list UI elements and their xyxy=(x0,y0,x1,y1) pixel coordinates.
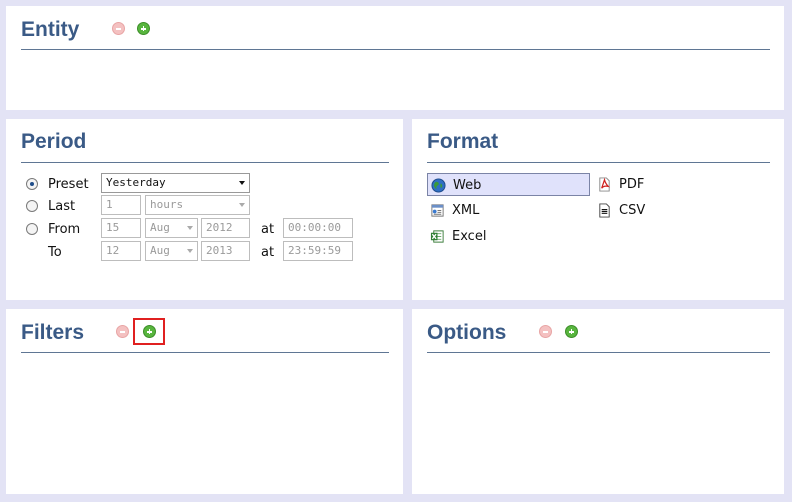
to-time-value: 23:59:59 xyxy=(288,244,341,257)
filters-divider xyxy=(21,352,389,353)
from-month-select[interactable]: Aug xyxy=(145,218,198,238)
period-panel: Period Preset Yesterday Last 1 hours Fro… xyxy=(6,119,403,300)
preset-radio[interactable] xyxy=(26,178,38,190)
format-xml-option[interactable]: XML xyxy=(427,199,590,222)
filters-title: Filters xyxy=(21,321,85,344)
last-radio[interactable] xyxy=(26,200,38,212)
to-label: To xyxy=(48,245,62,260)
add-entity-icon[interactable] xyxy=(137,22,150,35)
format-xml-label: XML xyxy=(452,203,480,218)
remove-filter-icon[interactable] xyxy=(116,325,129,338)
preset-label: Preset xyxy=(48,177,89,192)
format-excel-label: Excel xyxy=(452,229,487,244)
last-unit-value: hours xyxy=(150,198,184,211)
filters-panel: Filters xyxy=(6,309,403,494)
excel-icon xyxy=(430,230,444,243)
chevron-down-icon xyxy=(187,249,193,253)
from-day-input[interactable]: 15 xyxy=(101,218,141,238)
format-title: Format xyxy=(427,130,499,153)
from-time-input[interactable]: 00:00:00 xyxy=(283,218,353,238)
to-time-input[interactable]: 23:59:59 xyxy=(283,241,353,261)
from-year-input[interactable]: 2012 xyxy=(201,218,250,238)
from-label: From xyxy=(48,222,81,237)
remove-entity-icon[interactable] xyxy=(112,22,125,35)
to-month-select[interactable]: Aug xyxy=(145,241,198,261)
last-count-input[interactable]: 1 xyxy=(101,195,141,215)
last-count-value: 1 xyxy=(106,198,113,211)
format-web-label: Web xyxy=(453,178,482,193)
to-at-label: at xyxy=(261,245,275,260)
to-year-input[interactable]: 2013 xyxy=(201,241,250,261)
add-filter-icon[interactable] xyxy=(143,325,156,338)
from-radio[interactable] xyxy=(26,223,38,235)
globe-icon xyxy=(431,178,446,193)
chevron-down-icon xyxy=(239,181,245,185)
to-month-value: Aug xyxy=(150,244,170,257)
options-panel: Options xyxy=(412,309,784,494)
chevron-down-icon xyxy=(239,203,245,207)
last-unit-select[interactable]: hours xyxy=(145,195,250,215)
format-web-option[interactable]: Web xyxy=(427,173,590,196)
format-excel-option[interactable]: Excel xyxy=(427,225,590,248)
pdf-icon xyxy=(599,177,611,192)
entity-panel: Entity xyxy=(6,6,784,110)
to-year-value: 2013 xyxy=(206,244,233,257)
from-month-value: Aug xyxy=(150,221,170,234)
to-day-input[interactable]: 12 xyxy=(101,241,141,261)
format-pdf-option[interactable]: PDF xyxy=(594,173,714,196)
xml-icon xyxy=(431,204,444,217)
remove-option-icon[interactable] xyxy=(539,325,552,338)
add-option-icon[interactable] xyxy=(565,325,578,338)
period-divider xyxy=(21,162,389,163)
format-panel: Format Web PDF XML CSV Excel xyxy=(412,119,784,300)
options-title: Options xyxy=(427,321,507,344)
entity-divider xyxy=(21,49,770,50)
from-day-value: 15 xyxy=(106,221,120,234)
entity-title: Entity xyxy=(21,18,80,41)
chevron-down-icon xyxy=(187,226,193,230)
period-title: Period xyxy=(21,130,87,153)
last-label: Last xyxy=(48,199,76,214)
preset-value: Yesterday xyxy=(106,176,166,189)
from-year-value: 2012 xyxy=(206,221,233,234)
format-csv-option[interactable]: CSV xyxy=(594,199,714,222)
format-pdf-label: PDF xyxy=(619,177,645,192)
to-day-value: 12 xyxy=(106,244,120,257)
from-at-label: at xyxy=(261,222,275,237)
format-divider xyxy=(427,162,770,163)
preset-select[interactable]: Yesterday xyxy=(101,173,250,193)
csv-icon xyxy=(599,203,610,218)
from-time-value: 00:00:00 xyxy=(288,221,341,234)
options-divider xyxy=(427,352,770,353)
format-csv-label: CSV xyxy=(619,203,646,218)
